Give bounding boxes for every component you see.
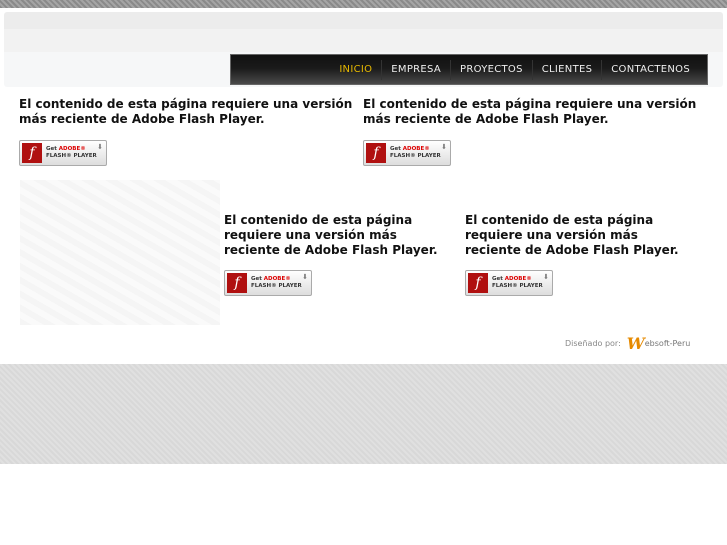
- player-label: FLASH® PLAYER: [390, 153, 441, 159]
- adobe-label: ADOBE®: [402, 146, 430, 152]
- credit-label: Diseñado por:: [565, 339, 621, 348]
- websoft-brand[interactable]: ebsoft-Peru: [645, 339, 691, 348]
- get-label: Get: [390, 146, 401, 152]
- get-flash-player-button[interactable]: f Get ADOBE® FLASH® PLAYER ⬇: [19, 140, 107, 166]
- designer-credit: Diseñado por: W ebsoft-Peru: [565, 334, 690, 353]
- download-icon: ⬇: [543, 273, 549, 281]
- get-flash-player-button[interactable]: f Get ADOBE® FLASH® PLAYER ⬇: [465, 270, 553, 296]
- get-label: Get: [251, 276, 262, 282]
- footer-band: [0, 364, 727, 464]
- flash-message: El contenido de esta página requiere una…: [224, 213, 438, 257]
- adobe-label: ADOBE®: [263, 276, 291, 282]
- player-label: FLASH® PLAYER: [492, 283, 543, 289]
- nav-inicio[interactable]: INICIO: [330, 60, 381, 80]
- flash-icon: f: [22, 143, 42, 163]
- architecture-background-image: [20, 180, 220, 325]
- nav-empresa[interactable]: EMPRESA: [381, 59, 450, 80]
- get-flash-player-button[interactable]: f Get ADOBE® FLASH® PLAYER ⬇: [363, 140, 451, 166]
- adobe-label: ADOBE®: [58, 146, 86, 152]
- nav-proyectos[interactable]: PROYECTOS: [450, 59, 532, 80]
- nav-contactenos[interactable]: CONTACTENOS: [601, 59, 699, 80]
- flash-icon: f: [227, 273, 247, 293]
- flash-message: El contenido de esta página requiere una…: [465, 213, 679, 257]
- flash-icon: f: [468, 273, 488, 293]
- flash-message: El contenido de esta página requiere una…: [19, 97, 353, 126]
- player-label: FLASH® PLAYER: [46, 153, 97, 159]
- nav-clientes[interactable]: CLIENTES: [531, 59, 601, 80]
- get-label: Get: [46, 146, 57, 152]
- download-icon: ⬇: [302, 273, 308, 281]
- player-label: FLASH® PLAYER: [251, 283, 302, 289]
- download-icon: ⬇: [97, 143, 103, 151]
- websoft-logo[interactable]: W: [627, 334, 645, 353]
- flash-icon: f: [366, 143, 386, 163]
- adobe-label: ADOBE®: [504, 276, 532, 282]
- get-flash-player-button[interactable]: f Get ADOBE® FLASH® PLAYER ⬇: [224, 270, 312, 296]
- main-nav: INICIO EMPRESA PROYECTOS CLIENTES CONTAC…: [230, 54, 708, 85]
- get-label: Get: [492, 276, 503, 282]
- download-icon: ⬇: [441, 143, 447, 151]
- top-stripe: [0, 0, 727, 8]
- flash-message: El contenido de esta página requiere una…: [363, 97, 697, 126]
